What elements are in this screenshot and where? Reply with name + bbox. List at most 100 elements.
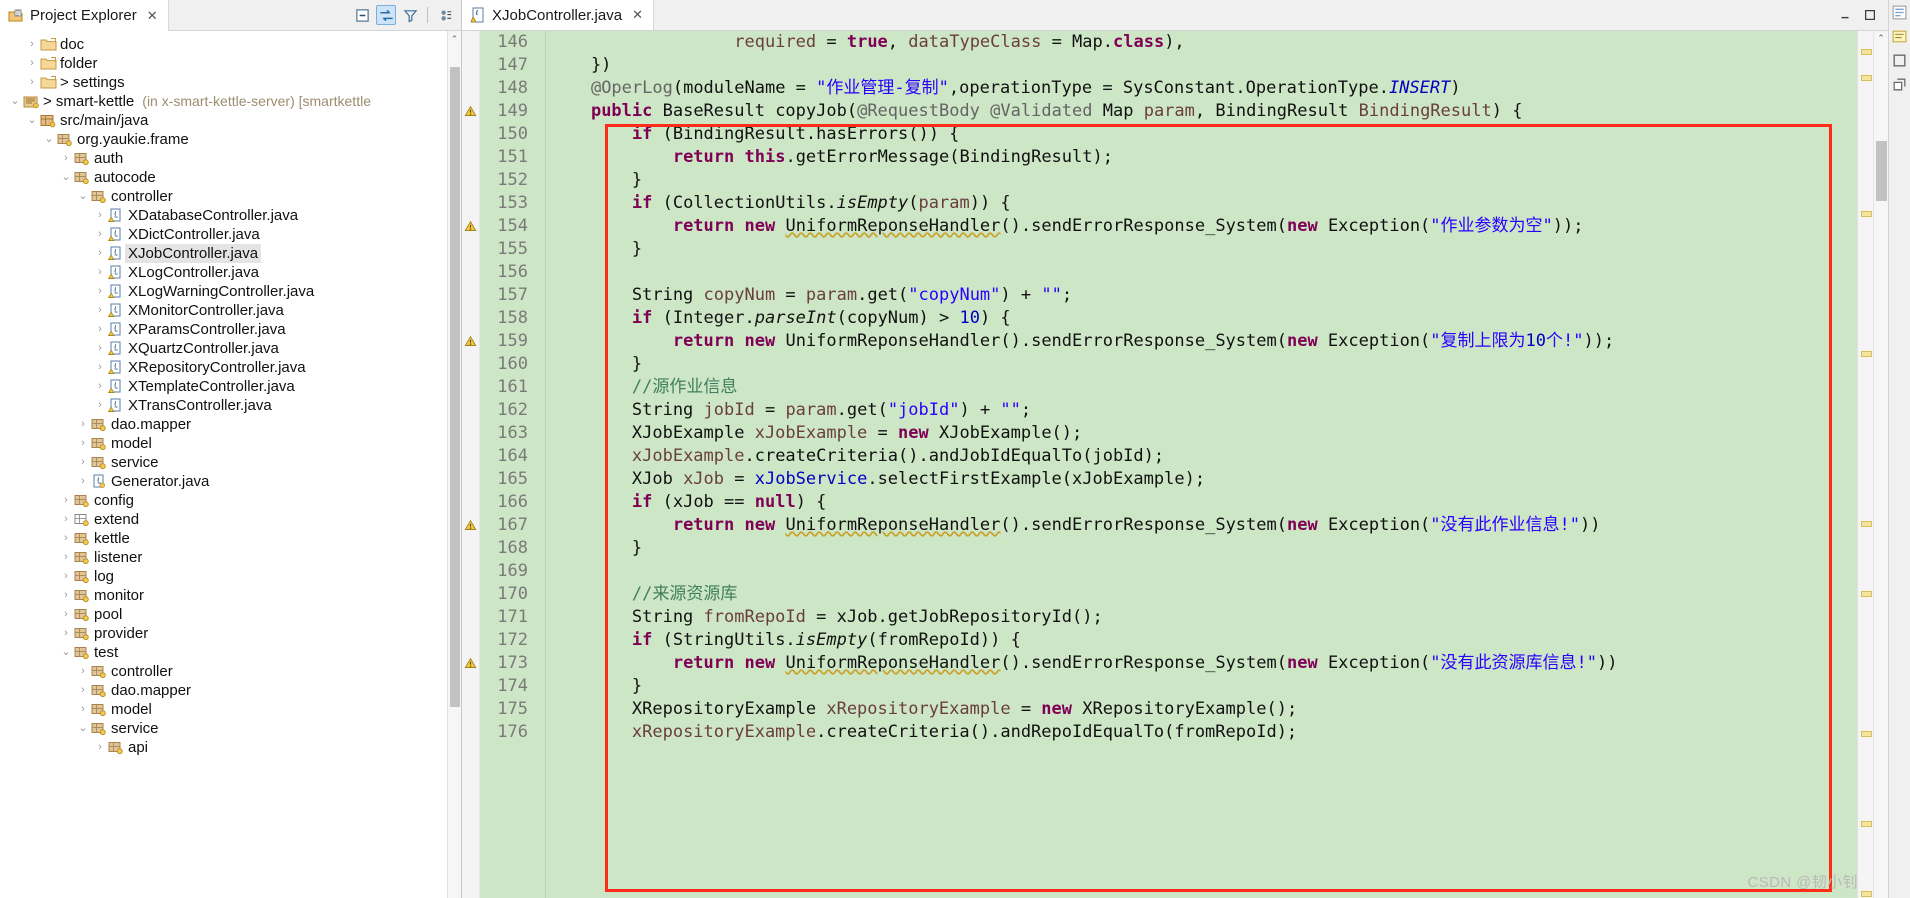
code-line[interactable]: if (Integer.parseInt(copyNum) > 10) { <box>550 307 1857 330</box>
tree-item-doc[interactable]: › doc <box>0 35 461 54</box>
chevron-right-icon[interactable]: › <box>93 206 107 225</box>
chevron-down-icon[interactable]: ⌄ <box>25 111 39 130</box>
chevron-down-icon[interactable]: ⌄ <box>42 130 56 149</box>
chevron-right-icon[interactable]: › <box>76 453 90 472</box>
overview-warning-marker[interactable] <box>1861 821 1872 827</box>
editor-scroll-thumb[interactable] <box>1876 141 1887 201</box>
chevron-right-icon[interactable]: › <box>59 529 73 548</box>
tree-item-xtranscontroller-java[interactable]: › XTransController.java <box>0 396 461 415</box>
overview-warning-marker[interactable] <box>1861 521 1872 527</box>
maximize-view-icon[interactable] <box>1891 52 1908 69</box>
code-line[interactable]: if (xJob == null) { <box>550 491 1857 514</box>
chevron-right-icon[interactable]: › <box>93 244 107 263</box>
overview-warning-marker[interactable] <box>1861 75 1872 81</box>
tree-item-folder[interactable]: › folder <box>0 54 461 73</box>
scroll-up-arrow-icon[interactable]: ⌃ <box>448 31 461 47</box>
tree-item-controller[interactable]: ⌄ controller <box>0 187 461 206</box>
chevron-right-icon[interactable]: › <box>59 624 73 643</box>
overview-warning-marker[interactable] <box>1861 211 1872 217</box>
code-line[interactable]: return new UniformReponseHandler().sendE… <box>550 652 1857 675</box>
chevron-right-icon[interactable]: › <box>76 472 90 491</box>
editor-annotation-ruler[interactable] <box>462 31 480 898</box>
tab-xjobcontroller-java[interactable]: XJobController.java ✕ <box>462 0 654 30</box>
tree-item-dao-mapper[interactable]: › dao.mapper <box>0 681 461 700</box>
warning-marker-icon[interactable] <box>462 100 479 123</box>
warning-marker-icon[interactable] <box>462 514 479 537</box>
tree-item-controller[interactable]: › controller <box>0 662 461 681</box>
code-line[interactable] <box>550 560 1857 583</box>
minimize-icon[interactable] <box>1835 5 1855 25</box>
maximize-icon[interactable] <box>1860 5 1880 25</box>
tree-item-model[interactable]: › model <box>0 700 461 719</box>
code-line[interactable]: return new UniformReponseHandler().sendE… <box>550 514 1857 537</box>
editor-vertical-scrollbar[interactable]: ⌃ <box>1873 31 1888 898</box>
code-line[interactable]: } <box>550 238 1857 261</box>
project-tree[interactable]: › doc › folder › > settings ⌄ > smart-kettle (in… <box>0 31 461 757</box>
code-line[interactable]: } <box>550 537 1857 560</box>
code-line[interactable]: public BaseResult copyJob(@RequestBody @… <box>550 100 1857 123</box>
code-line[interactable]: if (BindingResult.hasErrors()) { <box>550 123 1857 146</box>
chevron-right-icon[interactable]: › <box>59 586 73 605</box>
chevron-right-icon[interactable]: › <box>76 415 90 434</box>
close-icon[interactable]: ✕ <box>632 7 643 23</box>
overview-warning-marker[interactable] <box>1861 731 1872 737</box>
close-icon[interactable]: ✕ <box>147 8 158 24</box>
tree-item-auth[interactable]: › auth <box>0 149 461 168</box>
tree-item-listener[interactable]: › listener <box>0 548 461 567</box>
outline-icon[interactable] <box>1891 4 1908 21</box>
chevron-right-icon[interactable]: › <box>93 738 107 757</box>
chevron-right-icon[interactable]: › <box>93 358 107 377</box>
chevron-right-icon[interactable]: › <box>76 662 90 681</box>
chevron-right-icon[interactable]: › <box>25 73 39 92</box>
chevron-right-icon[interactable]: › <box>76 700 90 719</box>
tree-item-settings[interactable]: › > settings <box>0 73 461 92</box>
warning-marker-icon[interactable] <box>462 215 479 238</box>
code-line[interactable]: return new UniformReponseHandler().sendE… <box>550 215 1857 238</box>
code-line[interactable]: xRepositoryExample.createCriteria().andR… <box>550 721 1857 744</box>
chevron-right-icon[interactable]: › <box>76 434 90 453</box>
tree-item-xtemplatecontroller-java[interactable]: › XTemplateController.java <box>0 377 461 396</box>
editor-folding-ruler[interactable] <box>536 31 546 898</box>
code-line[interactable]: //源作业信息 <box>550 376 1857 399</box>
tree-item-monitor[interactable]: › monitor <box>0 586 461 605</box>
chevron-right-icon[interactable]: › <box>93 225 107 244</box>
chevron-down-icon[interactable]: ⌄ <box>59 168 73 187</box>
code-line[interactable]: } <box>550 675 1857 698</box>
tree-item-xlogcontroller-java[interactable]: › XLogController.java <box>0 263 461 282</box>
tree-item-src-main-java[interactable]: ⌄ src/main/java <box>0 111 461 130</box>
tree-item-xjobcontroller-java[interactable]: › XJobController.java <box>0 244 461 263</box>
chevron-right-icon[interactable]: › <box>59 149 73 168</box>
view-menu-icon[interactable] <box>435 5 455 25</box>
tree-item-extend[interactable]: › extend <box>0 510 461 529</box>
chevron-right-icon[interactable]: › <box>59 605 73 624</box>
tree-item-xparamscontroller-java[interactable]: › XParamsController.java <box>0 320 461 339</box>
chevron-right-icon[interactable]: › <box>93 396 107 415</box>
chevron-right-icon[interactable]: › <box>76 681 90 700</box>
explorer-vertical-scrollbar[interactable]: ⌃ <box>447 31 461 898</box>
tree-item-xdictcontroller-java[interactable]: › XDictController.java <box>0 225 461 244</box>
code-line[interactable]: return new UniformReponseHandler().sendE… <box>550 330 1857 353</box>
tree-item-service[interactable]: › service <box>0 453 461 472</box>
tree-item-pool[interactable]: › pool <box>0 605 461 624</box>
tree-item-dao-mapper[interactable]: › dao.mapper <box>0 415 461 434</box>
tree-item-config[interactable]: › config <box>0 491 461 510</box>
tab-project-explorer[interactable]: Project Explorer ✕ <box>0 0 169 31</box>
restore-view-icon[interactable] <box>1891 76 1908 93</box>
tree-item-model[interactable]: › model <box>0 434 461 453</box>
tree-item-xmonitorcontroller-java[interactable]: › XMonitorController.java <box>0 301 461 320</box>
view-menu-filter-icon[interactable] <box>400 5 420 25</box>
code-line[interactable]: String copyNum = param.get("copyNum") + … <box>550 284 1857 307</box>
code-line[interactable]: XJobExample xJobExample = new XJobExampl… <box>550 422 1857 445</box>
code-line[interactable]: } <box>550 169 1857 192</box>
overview-warning-marker[interactable] <box>1861 351 1872 357</box>
editor-body[interactable]: 146 147 148 149 150 151 152 153 154 155 156 157 158 1… <box>462 31 1888 898</box>
warning-marker-icon[interactable] <box>462 652 479 675</box>
code-line[interactable]: //来源资源库 <box>550 583 1857 606</box>
code-line[interactable]: if (CollectionUtils.isEmpty(param)) { <box>550 192 1857 215</box>
code-line[interactable]: required = true, dataTypeClass = Map.cla… <box>550 31 1857 54</box>
editor-source-code[interactable]: required = true, dataTypeClass = Map.cla… <box>546 31 1857 898</box>
overview-warning-marker[interactable] <box>1861 49 1872 55</box>
code-line[interactable]: if (StringUtils.isEmpty(fromRepoId)) { <box>550 629 1857 652</box>
chevron-right-icon[interactable]: › <box>93 377 107 396</box>
tree-item-xquartzcontroller-java[interactable]: › XQuartzController.java <box>0 339 461 358</box>
